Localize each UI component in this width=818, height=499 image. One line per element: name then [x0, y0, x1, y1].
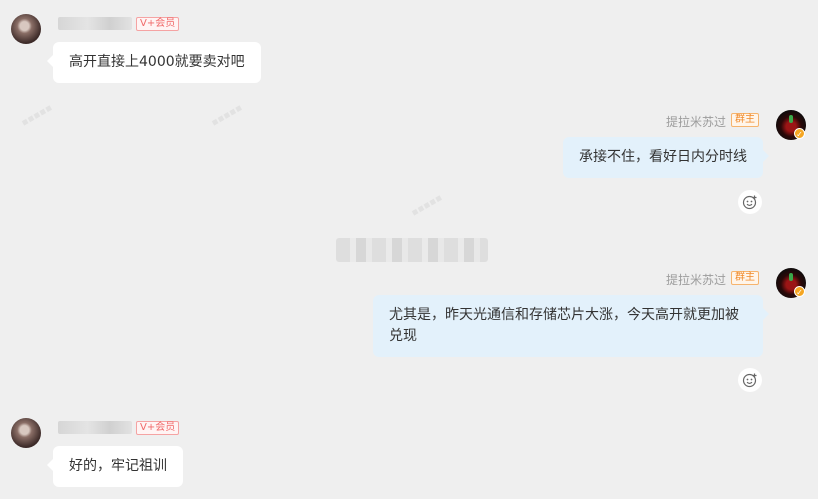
- message-text: 高开直接上4000就要卖对吧: [69, 54, 245, 70]
- avatar[interactable]: [11, 14, 41, 44]
- emoji-add-icon[interactable]: [738, 190, 762, 214]
- v-badge-icon: ✓: [794, 128, 805, 139]
- emoji-add-icon[interactable]: [738, 368, 762, 392]
- message-bubble[interactable]: 好的，牢记祖训: [47, 446, 183, 487]
- watermark: ▪▪▪▪▪: [19, 102, 55, 129]
- message-text: 承接不住，看好日内分时线: [579, 149, 747, 165]
- chat-window: ▪▪▪▪▪ ▪▪▪▪▪ ▪▪▪▪▪ V+会员 高开直接上4000就要卖对吧 提拉…: [0, 0, 818, 499]
- watermark: ▪▪▪▪▪: [409, 192, 445, 219]
- message-text: 好的，牢记祖训: [69, 458, 167, 474]
- username-blurred: [58, 17, 132, 30]
- vip-badge: V+会员: [136, 421, 180, 435]
- message-bubble[interactable]: 高开直接上4000就要卖对吧: [47, 42, 261, 83]
- system-message-blurred: [336, 238, 488, 262]
- group-owner-badge: 群主: [731, 113, 759, 127]
- username: 提拉米苏过: [666, 115, 727, 129]
- message-text: 尤其是，昨天光通信和存储芯片大涨，今天高开就更加被兑现: [389, 307, 739, 344]
- v-badge-icon: ✓: [794, 286, 805, 297]
- username-blurred: [58, 421, 132, 434]
- message-bubble[interactable]: 承接不住，看好日内分时线: [563, 137, 769, 178]
- group-owner-badge: 群主: [731, 271, 759, 285]
- username: 提拉米苏过: [666, 273, 727, 287]
- watermark: ▪▪▪▪▪: [209, 102, 245, 129]
- vip-badge: V+会员: [136, 17, 180, 31]
- avatar[interactable]: [11, 418, 41, 448]
- message-bubble[interactable]: 尤其是，昨天光通信和存储芯片大涨，今天高开就更加被兑现: [373, 295, 769, 357]
